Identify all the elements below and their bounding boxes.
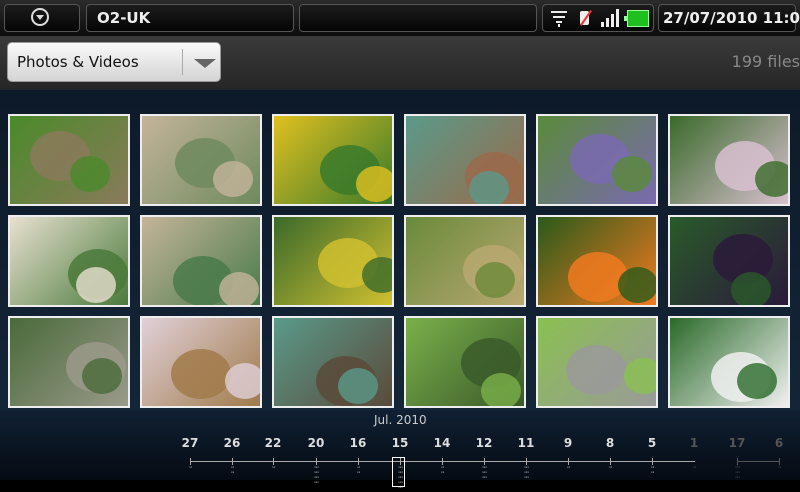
- timeline-density-dots: ⋅⋅: [692, 463, 696, 472]
- timeline-day-label[interactable]: 16: [346, 436, 370, 450]
- timeline-day-label[interactable]: 15: [388, 436, 412, 450]
- timeline-density-dots: ⋅⋅ ⋅⋅: [356, 463, 360, 477]
- photo-thumbnail-bird-statue[interactable]: [8, 215, 130, 307]
- photo-thumbnail-orange-lilies[interactable]: [536, 215, 658, 307]
- timeline-day-label[interactable]: 9: [556, 436, 580, 450]
- gallery-toolbar: Photos & Videos 199 files: [0, 36, 800, 90]
- photo-thumbnail-succulent-pot[interactable]: [272, 316, 394, 408]
- timeline-day-label[interactable]: 22: [261, 436, 285, 450]
- photo-thumbnail-succulent-planters[interactable]: [404, 215, 526, 307]
- timeline-density-dots: ⋅⋅⋅ ⋅⋅⋅ ⋅⋅⋅ ⋅⋅⋅ ⋅⋅⋅: [397, 463, 404, 492]
- timeline-density-dots: ⋅⋅⋅ ⋅⋅⋅ ⋅⋅⋅ ⋅⋅⋅: [313, 463, 320, 487]
- timeline-density-dots: ⋅⋅: [566, 463, 570, 472]
- timeline-density-dots: ⋅⋅ ⋅⋅: [440, 463, 444, 477]
- timeline-density-dots: ⋅⋅⋅ ⋅⋅⋅ ⋅⋅⋅: [523, 463, 530, 482]
- timeline-day-label[interactable]: 12: [472, 436, 496, 450]
- dropdown-divider: [182, 49, 183, 75]
- carrier-box: O2-UK: [86, 4, 294, 32]
- photo-thumbnail-wicker-chair-garden[interactable]: [536, 316, 658, 408]
- timeline-day-label[interactable]: 11: [514, 436, 538, 450]
- timeline-day-label[interactable]: 17: [725, 436, 749, 450]
- photo-thumbnail-planter-bowl[interactable]: [404, 316, 526, 408]
- photo-thumbnail-dark-hollyhocks[interactable]: [668, 215, 790, 307]
- thumbnail-grid: [0, 90, 800, 410]
- menu-icon: [31, 8, 49, 26]
- timeline-track-faded: [737, 461, 779, 462]
- timeline-day-label[interactable]: 1: [682, 436, 706, 450]
- photo-thumbnail-mannequin-with-cap[interactable]: [140, 114, 262, 206]
- timeline-day-label[interactable]: 14: [430, 436, 454, 450]
- timeline-density-dots: ⋅⋅ ⋅⋅: [650, 463, 654, 477]
- photo-thumbnail-ivy-on-wheel[interactable]: [8, 114, 130, 206]
- date-timeline[interactable]: Jul. 2010 27 ⋅⋅ 26 ⋅⋅ ⋅⋅ 22 ⋅⋅ 20 ⋅⋅⋅ ⋅⋅⋅ ⋅⋅…: [0, 410, 800, 492]
- photo-thumbnail-pink-flowers-planter[interactable]: [140, 316, 262, 408]
- timeline-density-dots: ⋅⋅⋅ ⋅⋅⋅ ⋅⋅⋅: [734, 463, 741, 482]
- datetime-label: 27/07/2010 11:06: [663, 9, 800, 27]
- battery-icon: [624, 10, 649, 27]
- timeline-day-label[interactable]: 6: [767, 436, 791, 450]
- notification-area[interactable]: [299, 4, 537, 32]
- timeline-density-dots: ⋅⋅⋅ ⋅⋅⋅ ⋅⋅⋅: [481, 463, 488, 482]
- timeline-day-label[interactable]: 5: [640, 436, 664, 450]
- media-filter-label: Photos & Videos: [17, 53, 139, 71]
- signal-icon: [601, 9, 621, 27]
- timeline-density-dots: ⋅⋅: [608, 463, 612, 472]
- timeline-density-dots: ⋅⋅: [271, 463, 275, 472]
- timeline-density-dots: ⋅⋅ ⋅⋅: [230, 463, 234, 477]
- mute-icon: [577, 9, 593, 27]
- photo-thumbnail-white-rose-bush[interactable]: [668, 316, 790, 408]
- photo-thumbnail-yellow-flowers[interactable]: [272, 215, 394, 307]
- timeline-density-dots: ⋅⋅: [188, 463, 192, 472]
- media-filter-dropdown[interactable]: Photos & Videos: [7, 42, 221, 82]
- clock-box: 27/07/2010 11:06: [658, 4, 800, 32]
- photo-thumbnail-mannequin-with-cap[interactable]: [140, 215, 262, 307]
- timeline-day-label[interactable]: 27: [178, 436, 202, 450]
- timeline-month-label: Jul. 2010: [374, 413, 427, 427]
- timeline-day-label[interactable]: 26: [220, 436, 244, 450]
- status-bar: O2-UK 27/07/2010 11:06: [0, 0, 800, 36]
- photo-thumbnail-sunflower[interactable]: [272, 114, 394, 206]
- photo-thumbnail-succulent-pot[interactable]: [404, 114, 526, 206]
- photo-thumbnail-rock-garden[interactable]: [8, 316, 130, 408]
- timeline-day-label[interactable]: 8: [598, 436, 622, 450]
- file-count: 199 files: [731, 52, 800, 71]
- timeline-day-label[interactable]: 20: [304, 436, 328, 450]
- timeline-density-dots: ⋅⋅: [777, 463, 781, 472]
- carrier-label: O2-UK: [97, 9, 151, 27]
- wifi-icon: [551, 9, 567, 27]
- status-icons: [542, 4, 654, 32]
- photo-thumbnail-pink-rose-bush[interactable]: [668, 114, 790, 206]
- photo-thumbnail-purple-flowers[interactable]: [536, 114, 658, 206]
- menu-button[interactable]: [4, 4, 80, 32]
- chevron-down-icon: [194, 59, 216, 68]
